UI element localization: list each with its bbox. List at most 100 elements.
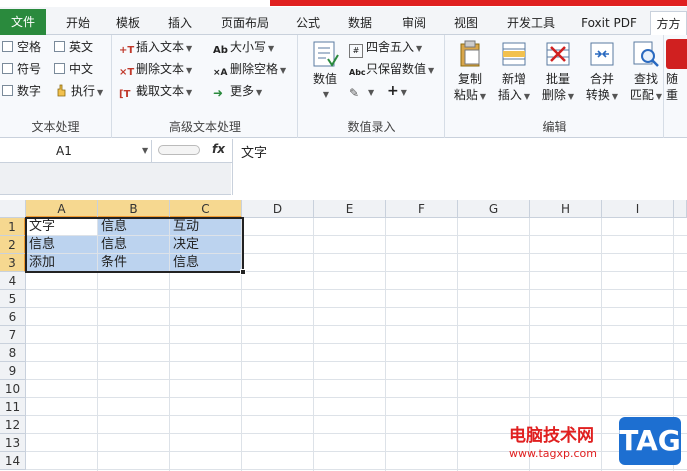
search-icon [633,41,659,67]
keep-value-button[interactable]: Abc只保留数值 ▼ [349,59,434,79]
chinese-checkbox[interactable]: 中文 [54,59,93,79]
row-header[interactable]: 4 [0,272,26,290]
tab-fangfang[interactable]: 方方 [650,11,687,36]
row-header[interactable]: 11 [0,398,26,416]
column-header[interactable]: C [170,200,242,218]
insert-function-icon[interactable]: fx [212,142,225,156]
checkbox-icon [2,41,13,52]
tab-file[interactable]: 文件 [0,9,46,35]
formula-splitter[interactable] [158,145,200,155]
cell-a3[interactable]: 添加 [26,254,98,272]
copy-paste-button[interactable]: 复制 粘贴 ▼ [448,39,492,105]
column-header[interactable]: D [242,200,314,218]
english-checkbox[interactable]: 英文 [54,37,93,57]
row-header[interactable]: 5 [0,290,26,308]
column-header[interactable]: E [314,200,386,218]
add-button[interactable]: + ▼ [387,81,407,101]
column-header[interactable]: B [98,200,170,218]
cell-c3[interactable]: 信息 [170,254,242,272]
cell-a2[interactable]: 信息 [26,236,98,254]
delete-table-icon [546,42,570,66]
row-header[interactable]: 7 [0,326,26,344]
row-header[interactable]: 13 [0,434,26,452]
cell-b2[interactable]: 信息 [98,236,170,254]
random-icon [666,39,687,69]
column-header[interactable]: F [386,200,458,218]
case-icon: Ab [213,45,228,56]
formula-bar: A1 ▼ fx 文字 [0,139,687,195]
group-edit: 复制 粘贴 ▼ 新增 插入 ▼ 批量 删除 ▼ 合并 转换 ▼ 查找 匹配 ▼ 编辑 [446,35,664,138]
chevron-down-icon: ▼ [416,44,423,53]
watermark: 电脑技术网 www.tagxp.com TAG [505,413,687,471]
column-header[interactable]: G [458,200,530,218]
row-header[interactable]: 10 [0,380,26,398]
ribbon: 空格 英文 符号 中文 数字 执行 ▼ 文本处理 +T 插入文本 ▼ Ab 大小写 ▼ ×… [0,35,687,138]
group-label: 数值录入 [347,120,396,134]
symbol-checkbox[interactable]: 符号 [2,59,41,79]
edit-icon: ✎ [349,86,360,100]
cell-b3[interactable]: 条件 [98,254,170,272]
delete-space-button[interactable]: ×A 删除空格 ▼ [213,59,286,79]
merge-convert-button[interactable]: 合并 转换 ▼ [580,39,624,105]
round-button[interactable]: # 四舍五入 ▼ [349,37,423,58]
row-header[interactable]: 1 [0,218,26,236]
plus-icon: + [387,83,399,99]
find-match-button[interactable]: 查找 匹配 ▼ [624,39,668,105]
insert-text-button[interactable]: +T 插入文本 ▼ [119,37,192,57]
round-icon: # [349,44,363,58]
group-text-processing: 空格 英文 符号 中文 数字 执行 ▼ 文本处理 [0,35,112,138]
execute-button[interactable]: 执行 ▼ [54,81,103,101]
numeric-button[interactable]: 数值 ▼ [303,39,347,103]
row-header[interactable]: 8 [0,344,26,362]
column-header[interactable] [674,200,687,218]
tab-insert[interactable]: 插入 [158,11,202,35]
ribbon-tabs: 文件 开始 模板 插入 页面布局 公式 数据 审阅 视图 开发工具 Foxit … [0,7,687,36]
fill-handle[interactable] [240,269,246,275]
tab-page-layout[interactable]: 页面布局 [212,11,278,35]
tab-review[interactable]: 审阅 [392,11,436,35]
row-header[interactable]: 3 [0,254,26,272]
case-button[interactable]: Ab 大小写 ▼ [213,37,274,57]
number-checkbox[interactable]: 数字 [2,81,41,101]
cell-b1[interactable]: 信息 [98,218,170,236]
column-header[interactable]: I [602,200,674,218]
checkbox-icon [2,85,13,96]
new-insert-button[interactable]: 新增 插入 ▼ [492,39,536,105]
select-all-corner[interactable] [0,200,26,218]
formula-input[interactable]: 文字 [232,139,687,195]
chevron-down-icon: ▼ [400,88,407,97]
column-header[interactable]: A [26,200,98,218]
row-header[interactable]: 12 [0,416,26,434]
tab-developer[interactable]: 开发工具 [498,11,564,35]
batch-delete-button[interactable]: 批量 删除 ▼ [536,39,580,105]
cell-a1[interactable]: 文字 [26,218,98,236]
watermark-site: 电脑技术网 [509,426,594,446]
chevron-down-icon: ▼ [186,66,193,75]
delete-space-icon: ×A [213,68,228,78]
hand-pointer-icon [57,84,66,97]
row-header[interactable]: 6 [0,308,26,326]
cell-c1[interactable]: 互动 [170,218,242,236]
tab-formulas[interactable]: 公式 [286,11,330,35]
column-header[interactable]: H [530,200,602,218]
extract-text-button[interactable]: [T 截取文本 ▼ [119,81,192,101]
row-header[interactable]: 14 [0,452,26,470]
group-label: 编辑 [542,120,567,134]
group-value-entry: 数值 ▼ # 四舍五入 ▼ Abc只保留数值 ▼ ✎ ▼ + ▼ 数值录入 [299,35,445,138]
tab-data[interactable]: 数据 [338,11,382,35]
random-button[interactable]: 随 重 [666,39,687,103]
name-box[interactable]: A1 ▼ [0,140,152,162]
tab-foxit-pdf[interactable]: Foxit PDF [574,11,644,35]
chevron-down-icon[interactable]: ▼ [142,140,148,162]
edit-button[interactable]: ✎ ▼ [349,81,374,101]
tab-templates[interactable]: 模板 [106,11,150,35]
tab-home[interactable]: 开始 [56,11,100,35]
row-header[interactable]: 2 [0,236,26,254]
clipboard-icon [460,40,480,67]
delete-text-button[interactable]: ×T 删除文本 ▼ [119,59,192,79]
space-checkbox[interactable]: 空格 [2,37,41,57]
row-header[interactable]: 9 [0,362,26,380]
more-button[interactable]: ➜ 更多 ▼ [213,81,262,101]
tab-view[interactable]: 视图 [444,11,488,35]
cell-c2[interactable]: 决定 [170,236,242,254]
